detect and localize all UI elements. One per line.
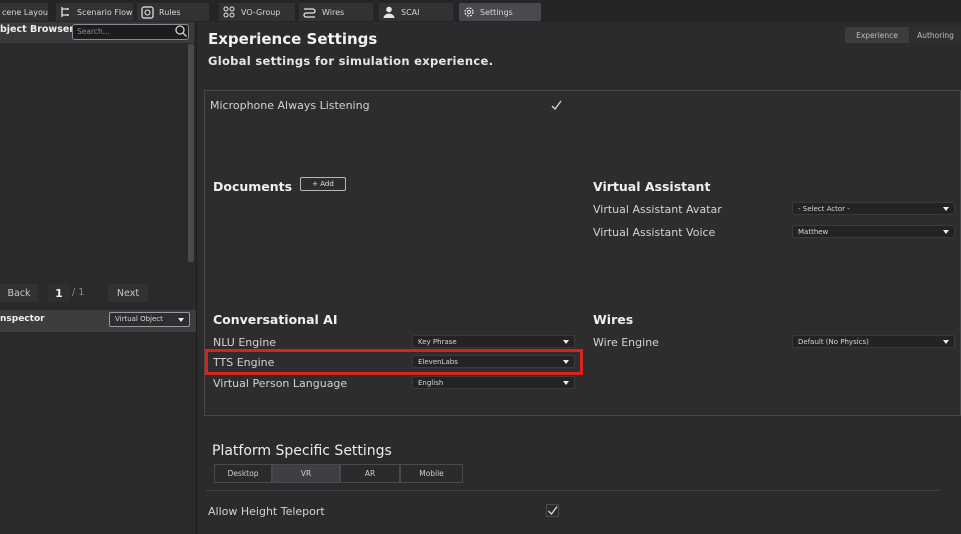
tab-scene-layout[interactable]: cene Layout (0, 3, 48, 21)
tab-label: Wires (322, 7, 345, 17)
object-browser-title: bject Browser (0, 24, 74, 35)
panel-divider (196, 22, 197, 534)
left-panel (0, 22, 196, 534)
person-icon (383, 6, 395, 18)
va-avatar-value: - Select Actor - (798, 205, 850, 213)
tab-label: Settings (480, 7, 513, 17)
chevron-down-icon (943, 340, 949, 344)
tab-label: VO-Group (241, 7, 281, 17)
page-title: Experience Settings (208, 30, 378, 48)
search-placeholder: Search... (77, 27, 110, 36)
tab-label: Rules (159, 7, 181, 17)
section-divider (206, 490, 940, 491)
tab-label: cene Layout (2, 7, 48, 17)
tab-rules[interactable]: Rules (137, 3, 209, 21)
add-document-button[interactable]: + Add (300, 177, 346, 191)
back-button[interactable]: Back (0, 284, 38, 302)
va-avatar-label: Virtual Assistant Avatar (593, 203, 722, 216)
documents-title: Documents (213, 179, 293, 194)
experience-mode-button[interactable]: Experience (845, 27, 909, 43)
inspector-select-value: Virtual Object (115, 315, 163, 323)
gear-icon (464, 7, 474, 17)
tab-vo-group[interactable]: VO-Group (219, 3, 295, 21)
object-browser-scrollbar[interactable] (188, 44, 194, 262)
inspector-title: nspector (0, 314, 45, 324)
wire-engine-value: Default (No Physics) (798, 338, 869, 346)
platform-tab-mobile[interactable]: Mobile (400, 464, 463, 483)
search-icon[interactable] (174, 24, 188, 38)
language-value: English (418, 379, 444, 387)
wires-title: Wires (593, 312, 634, 327)
wire-engine-label: Wire Engine (593, 336, 659, 349)
page-number[interactable]: 1 (48, 284, 70, 302)
page-subtitle: Global settings for simulation experienc… (208, 54, 494, 68)
tab-settings[interactable]: Settings (459, 3, 541, 21)
conversational-ai-title: Conversational AI (213, 312, 338, 327)
chevron-down-icon (563, 381, 569, 385)
va-voice-label: Virtual Assistant Voice (593, 226, 716, 239)
tts-highlight-box (205, 349, 583, 375)
chevron-down-icon (563, 340, 569, 344)
tab-label: SCAI (401, 7, 420, 17)
platform-tab-ar[interactable]: AR (340, 464, 400, 483)
platform-tab-desktop[interactable]: Desktop (214, 464, 272, 483)
nlu-engine-value: Key Phrase (418, 338, 457, 346)
microphone-checkbox[interactable] (550, 99, 563, 112)
flow-icon (61, 7, 69, 17)
virtual-assistant-title: Virtual Assistant (593, 179, 711, 194)
platform-tab-vr[interactable]: VR (272, 464, 340, 483)
va-voice-value: Matthew (798, 228, 829, 236)
language-label: Virtual Person Language (213, 377, 348, 390)
teleport-label: Allow Height Teleport (208, 505, 325, 518)
chevron-down-icon (178, 318, 184, 322)
rules-icon (141, 5, 154, 19)
page-total: / 1 (72, 287, 85, 298)
tab-label: Scenario Flow (77, 7, 133, 17)
microphone-label: Microphone Always Listening (210, 99, 370, 112)
chevron-down-icon (943, 230, 949, 234)
tab-scai[interactable]: SCAI (379, 3, 453, 21)
nlu-engine-label: NLU Engine (213, 336, 277, 349)
tab-wires[interactable]: Wires (299, 3, 373, 21)
next-button[interactable]: Next (108, 284, 148, 302)
authoring-mode-button[interactable]: Authoring (910, 27, 961, 43)
vo-group-icon (223, 6, 235, 18)
tab-scenario-flow[interactable]: Scenario Flow (56, 3, 133, 21)
wires-icon (303, 8, 316, 18)
teleport-checkbox[interactable] (546, 504, 559, 517)
platform-settings-title: Platform Specific Settings (212, 443, 392, 459)
chevron-down-icon (943, 207, 949, 211)
